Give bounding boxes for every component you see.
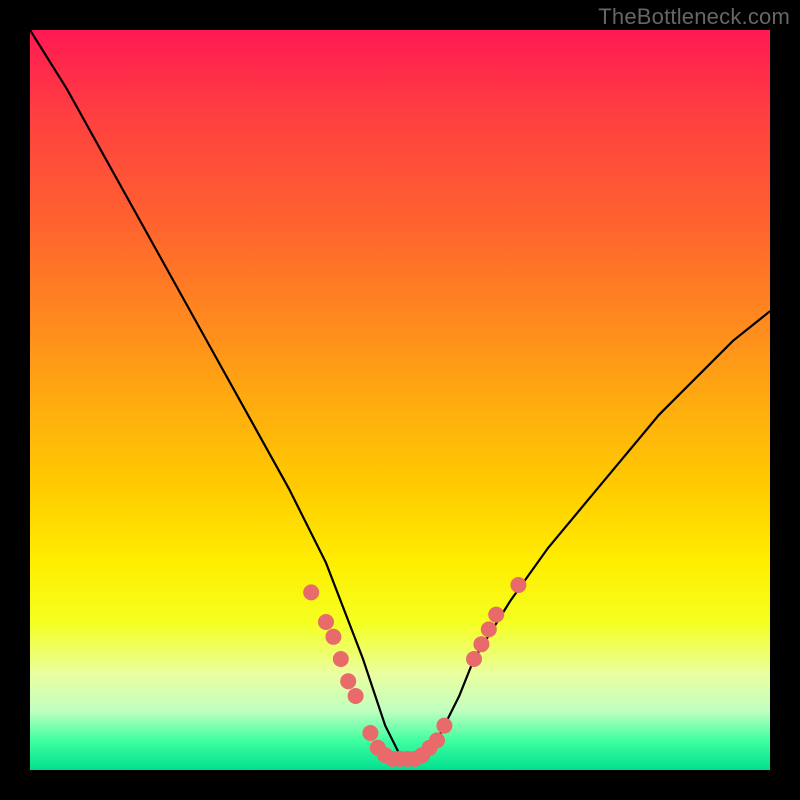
highlight-dot <box>510 577 526 593</box>
highlight-dot <box>318 614 334 630</box>
highlight-dot <box>348 688 364 704</box>
watermark-text: TheBottleneck.com <box>598 4 790 30</box>
highlight-dot <box>362 725 378 741</box>
highlight-dot <box>429 732 445 748</box>
highlight-dot <box>340 673 356 689</box>
highlight-dot <box>481 621 497 637</box>
highlight-dot <box>488 607 504 623</box>
chart-svg <box>0 0 800 800</box>
highlight-dot <box>325 629 341 645</box>
bottleneck-curve <box>30 30 770 755</box>
highlight-dot <box>436 718 452 734</box>
highlight-dot <box>473 636 489 652</box>
highlight-dot <box>303 584 319 600</box>
highlight-dot <box>333 651 349 667</box>
highlight-dot <box>466 651 482 667</box>
